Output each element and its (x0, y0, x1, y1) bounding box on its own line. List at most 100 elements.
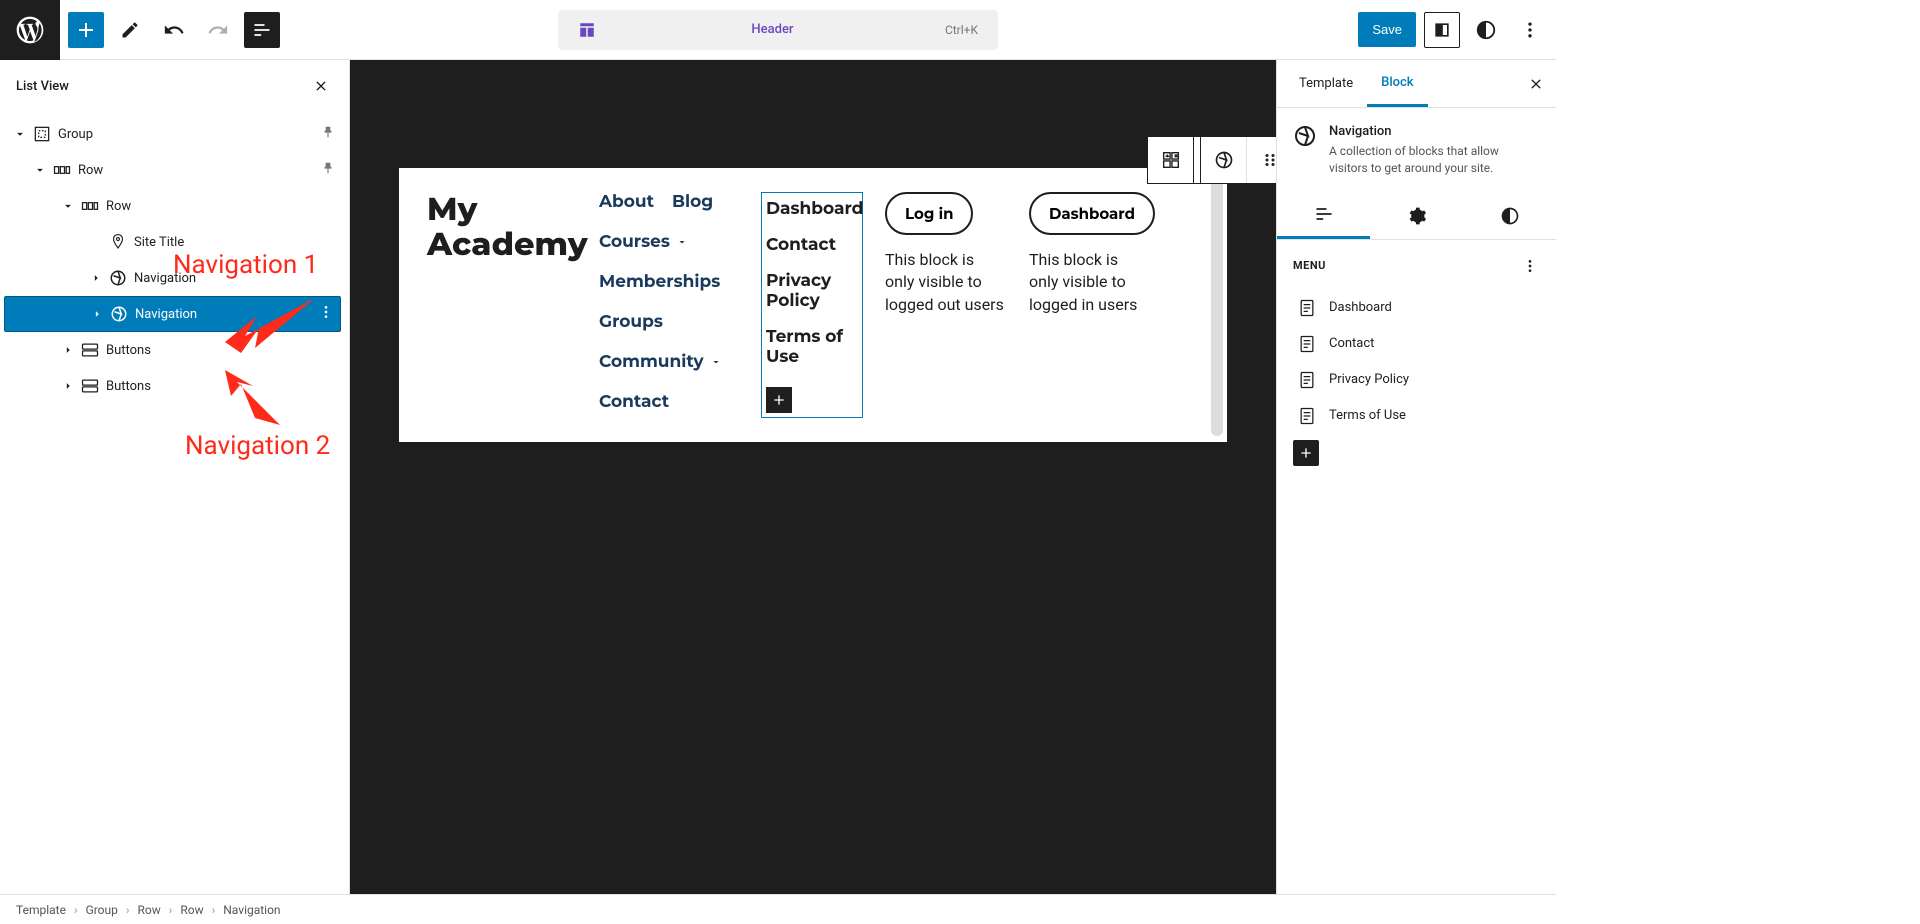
block-title: Navigation (1329, 124, 1540, 139)
add-block-button[interactable] (68, 12, 104, 48)
add-menu-item-button[interactable] (1293, 440, 1319, 466)
page-icon (1297, 406, 1317, 426)
tree-item-label: Group (54, 127, 321, 142)
tree-item-label: Navigation (130, 271, 335, 286)
nav-icon (106, 269, 130, 287)
tree-item-buttons[interactable]: Buttons (4, 332, 341, 368)
tab-block[interactable]: Block (1367, 61, 1427, 107)
layout-icon (578, 21, 596, 39)
buttons-icon (78, 376, 102, 396)
document-label: Header (608, 22, 937, 37)
menu-heading: Menu (1293, 259, 1326, 272)
sidebar-toggle-button[interactable] (1424, 12, 1460, 48)
nav2-item-dashboard[interactable]: Dashboard (766, 199, 858, 219)
block-description: A collection of blocks that allow visito… (1329, 143, 1540, 177)
site-title[interactable]: My Academy (427, 192, 577, 262)
menu-item-contact[interactable]: Contact (1293, 326, 1540, 362)
canvas-header-preview: My Academy About Blog Courses Memberships Gr… (399, 168, 1227, 442)
nav-item-community[interactable]: Community (599, 352, 739, 372)
page-icon (1297, 334, 1317, 354)
nav-item-about[interactable]: About (599, 192, 654, 212)
chevron-icon[interactable] (86, 271, 106, 285)
row-icon (78, 196, 102, 216)
menu-item-terms-of-use[interactable]: Terms of Use (1293, 398, 1540, 434)
dashboard-button[interactable]: Dashboard (1029, 192, 1155, 235)
add-nav-item-button[interactable] (766, 387, 792, 413)
item-options-icon[interactable] (318, 304, 334, 324)
nav-item-groups[interactable]: Groups (599, 312, 739, 332)
login-helper-text: This block is only visible to logged out… (885, 249, 1007, 316)
wordpress-logo[interactable] (0, 0, 60, 60)
nav2-item-privacy-policy[interactable]: Privacy Policy (766, 271, 858, 311)
tree-item-label: Row (74, 163, 321, 178)
menu-item-privacy-policy[interactable]: Privacy Policy (1293, 362, 1540, 398)
pin-icon (106, 233, 130, 251)
close-inspector-button[interactable] (1524, 72, 1548, 96)
navigation-menu-1[interactable]: About Blog Courses Memberships Groups Communi… (599, 192, 739, 412)
breadcrumb-group[interactable]: Group (86, 903, 118, 917)
listview-toggle-button[interactable] (244, 12, 280, 48)
menu-item-dashboard[interactable]: Dashboard (1293, 290, 1540, 326)
chevron-icon[interactable] (58, 343, 78, 357)
tree-item-site-title[interactable]: Site Title (4, 224, 341, 260)
tree-item-label: Buttons (102, 343, 335, 358)
tree-item-label: Navigation (131, 307, 318, 322)
menu-options-button[interactable] (1520, 256, 1540, 276)
tree-item-group[interactable]: Group (4, 116, 341, 152)
drag-handle[interactable] (1247, 137, 1276, 183)
pin-icon (321, 161, 335, 179)
navigation-icon (1293, 124, 1317, 148)
more-options-button[interactable] (1512, 12, 1548, 48)
navigation-menu-2-selected[interactable]: Dashboard Contact Privacy Policy Terms of U… (761, 192, 863, 418)
nav-item-memberships[interactable]: Memberships (599, 272, 739, 292)
inspector-tab-settings[interactable] (1370, 193, 1463, 239)
redo-button[interactable] (200, 12, 236, 48)
document-switcher[interactable]: Header Ctrl+K (558, 10, 998, 50)
canvas-scrollbar[interactable] (1211, 174, 1223, 436)
nav-item-courses[interactable]: Courses (599, 232, 739, 252)
tree-item-label: Site Title (130, 235, 335, 250)
page-icon (1297, 370, 1317, 390)
tree-item-row[interactable]: Row (4, 152, 341, 188)
undo-button[interactable] (156, 12, 192, 48)
nav-item-contact[interactable]: Contact (599, 392, 739, 412)
pin-icon (321, 125, 335, 143)
tree-item-row[interactable]: Row (4, 188, 341, 224)
block-type-button[interactable] (1148, 137, 1194, 183)
nav-item-blog[interactable]: Blog (672, 192, 713, 212)
breadcrumb-navigation[interactable]: Navigation (223, 903, 280, 917)
chevron-icon[interactable] (87, 307, 107, 321)
chevron-down-icon (710, 356, 722, 368)
listview-title: List View (16, 79, 69, 94)
tree-item-buttons[interactable]: Buttons (4, 368, 341, 404)
chevron-icon[interactable] (10, 127, 30, 141)
chevron-icon[interactable] (58, 379, 78, 393)
page-icon (1297, 298, 1317, 318)
nav2-item-terms-of-use[interactable]: Terms of Use (766, 327, 858, 367)
tab-template[interactable]: Template (1285, 62, 1367, 105)
inspector-tab-styles[interactable] (1463, 193, 1556, 239)
block-toolbar: Edit (1147, 136, 1276, 184)
styles-button[interactable] (1468, 12, 1504, 48)
close-listview-button[interactable] (309, 74, 333, 98)
nav2-item-contact[interactable]: Contact (766, 235, 858, 255)
chevron-down-icon (676, 236, 688, 248)
nav-icon-button[interactable] (1201, 137, 1247, 183)
nav-icon (107, 305, 131, 323)
breadcrumb-template[interactable]: Template (16, 903, 66, 917)
tree-item-label: Buttons (102, 379, 335, 394)
breadcrumb-row[interactable]: Row (138, 903, 161, 917)
row-icon (50, 160, 74, 180)
tree-item-navigation[interactable]: Navigation (4, 296, 341, 332)
chevron-icon[interactable] (30, 163, 50, 177)
annotation-nav2: Navigation 2 (185, 430, 330, 464)
shortcut-hint: Ctrl+K (945, 23, 978, 37)
tree-item-navigation[interactable]: Navigation (4, 260, 341, 296)
inspector-tab-list[interactable] (1277, 193, 1370, 239)
save-button[interactable]: Save (1358, 12, 1416, 47)
edit-tool-button[interactable] (112, 12, 148, 48)
breadcrumb-row[interactable]: Row (180, 903, 203, 917)
login-button[interactable]: Log in (885, 192, 973, 235)
group-icon (30, 124, 54, 144)
chevron-icon[interactable] (58, 199, 78, 213)
